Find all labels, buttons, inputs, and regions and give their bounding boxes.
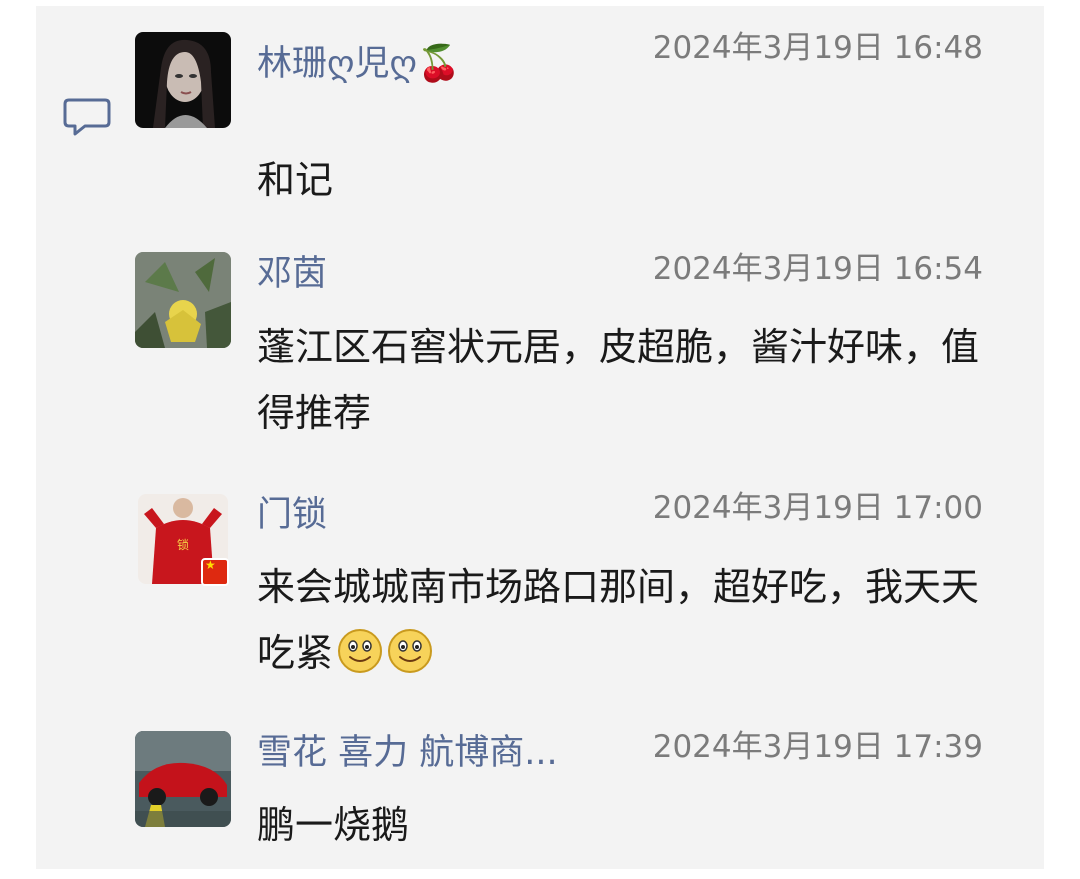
svg-text:锁: 锁 (177, 537, 189, 552)
flag-icon (201, 558, 229, 586)
avatar[interactable] (135, 32, 231, 128)
commenter-name[interactable]: 门锁 (257, 498, 327, 533)
comment-text: 鹏一烧鹅 (257, 803, 410, 847)
commenter-name[interactable]: 邓茵 (257, 257, 327, 292)
comment-time: 2024年3月19日 16:48 (652, 30, 983, 66)
comment-time: 2024年3月19日 17:39 (652, 729, 983, 765)
comment-text: 来会城城南市场路口那间，超好吃，我天天吃紧 (257, 554, 987, 686)
comment-text: 蓬江区石窖状元居，皮超脆，酱汁好味，值得推荐 (257, 325, 980, 435)
commenter-name[interactable]: 雪花 喜力 航博商... (257, 736, 558, 771)
smile-emoji-icon (388, 629, 433, 673)
commenter-name[interactable]: 林珊ღ児ღ🍒 (257, 47, 461, 82)
avatar[interactable] (135, 731, 231, 827)
comment-text: 和记 (257, 158, 334, 202)
avatar[interactable] (135, 252, 231, 348)
smile-emoji-icon (338, 629, 383, 673)
comment-time: 2024年3月19日 16:54 (652, 251, 983, 287)
comment-time: 2024年3月19日 17:00 (652, 490, 983, 526)
comment-bubble-icon[interactable] (63, 96, 111, 136)
